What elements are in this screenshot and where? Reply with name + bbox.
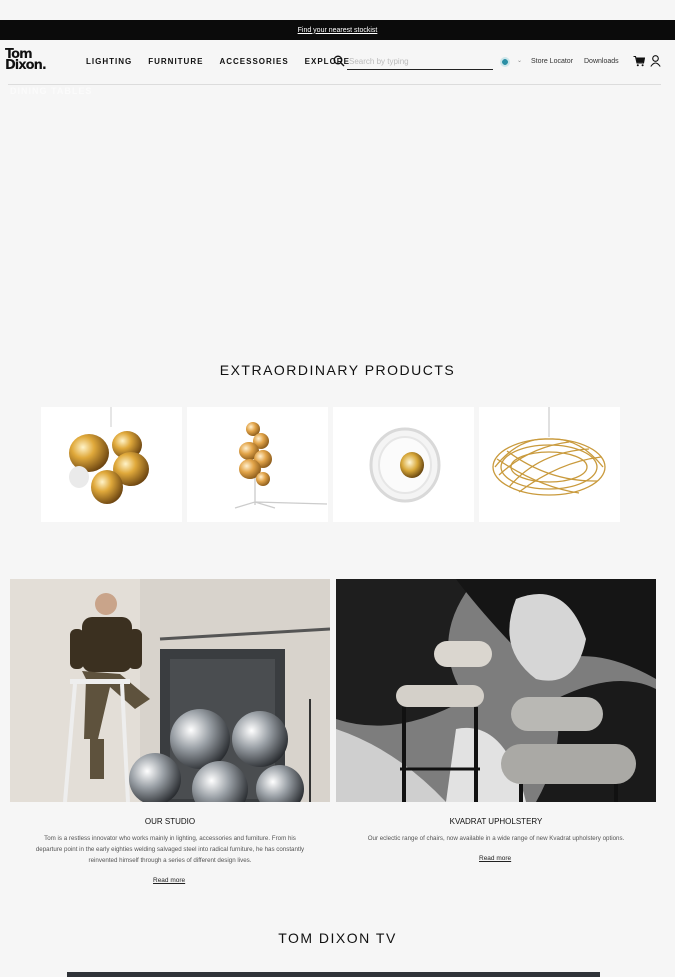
chevron-down-icon[interactable]: ⌄ [517,57,522,64]
products-section-title: EXTRAORDINARY PRODUCTS [219,362,456,378]
logo-line-2: Dixon. [5,58,47,73]
our-studio-description: Tom is a restless innovator who works ma… [10,833,330,866]
tv-video-preview[interactable] [67,972,600,977]
gold-melt-floor-lamp-icon [234,422,328,509]
store-locator-link[interactable]: Store Locator [531,58,573,65]
kvadrat-upholstery-description: Our eclectic range of chairs, now availa… [336,833,656,844]
upholstered-chairs-photo [336,579,656,802]
our-studio-title: OUR STUDIO [144,817,196,826]
product-card[interactable] [41,407,182,522]
description-line: reinvented himself through a series of d… [88,857,252,864]
kvadrat-upholstery-image[interactable] [336,579,656,802]
kvadrat-read-more-link[interactable]: Read more [479,855,511,862]
nav-accessories[interactable]: ACCESSORIES [219,57,288,66]
hero-faint-label: DINING TABLES [10,86,93,96]
tv-section-title: TOM DIXON TV [278,930,397,946]
user-account-icon[interactable] [650,55,661,67]
search-icon[interactable] [333,55,345,67]
nav-lighting[interactable]: LIGHTING [86,57,132,66]
region-flag-icon[interactable] [500,57,510,67]
product-card[interactable] [479,407,620,522]
product-card[interactable] [187,407,328,522]
nav-furniture[interactable]: FURNITURE [148,57,203,66]
description-line: departure point in the early eighties we… [35,846,305,853]
kvadrat-upholstery-title: KVADRAT UPHOLSTERY [449,817,543,826]
description-line: Our eclectic range of chairs, now availa… [367,835,625,842]
product-card[interactable] [333,407,474,522]
studio-portrait-photo [10,579,330,802]
our-studio-read-more-link[interactable]: Read more [153,877,185,884]
opal-wall-light-icon [369,427,441,503]
find-stockist-link[interactable]: Find your nearest stockist [298,27,378,34]
main-nav: LIGHTING FURNITURE ACCESSORIES EXPLORE [86,57,366,66]
gold-melt-pendant-cluster-icon [69,407,149,504]
top-spacer [0,0,675,20]
announcement-bar: Find your nearest stockist [0,20,675,40]
gold-spring-pendant-icon [492,407,606,496]
downloads-link[interactable]: Downloads [584,58,619,65]
cart-icon[interactable] [633,55,645,67]
description-line: Tom is a restless innovator who works ma… [44,835,296,842]
search-input[interactable] [347,54,493,70]
header-divider [8,84,661,85]
brand-logo[interactable]: Tom Dixon. [5,48,61,73]
our-studio-image[interactable] [10,579,330,802]
